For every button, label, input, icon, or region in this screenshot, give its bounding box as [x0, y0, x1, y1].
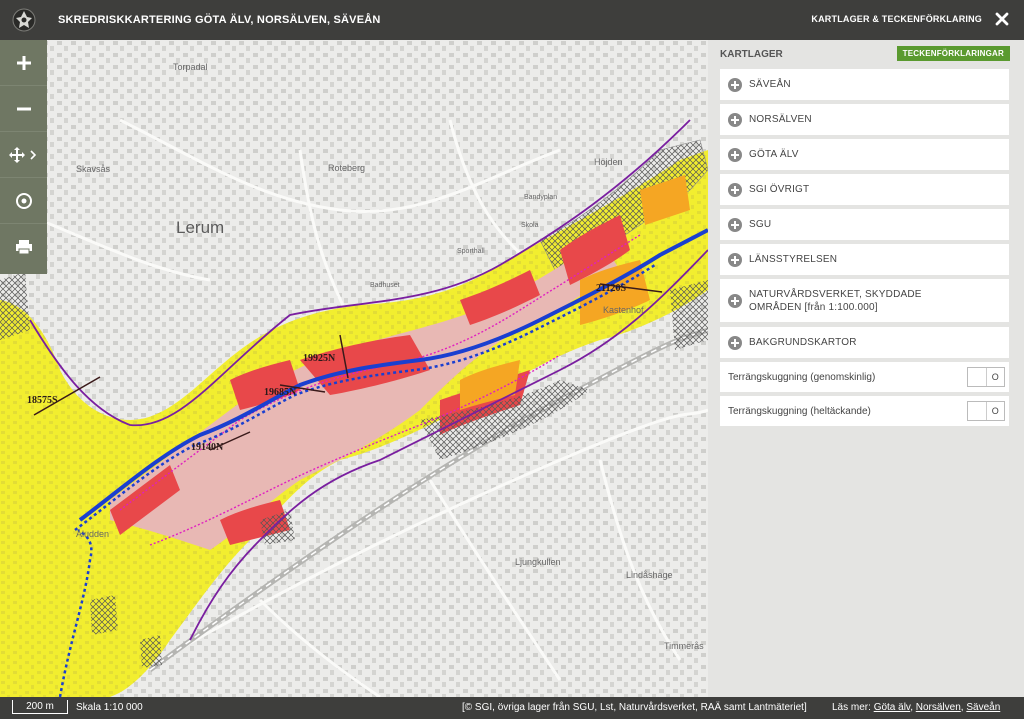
layer-label: SGI ÖVRIGT: [749, 184, 810, 195]
place-label: Badhuset: [370, 282, 400, 289]
target-icon: [15, 192, 32, 209]
layer-label: NORSÄLVEN: [749, 114, 812, 125]
agency-crest-icon[interactable]: [0, 0, 48, 40]
app-root: SKREDRISKKARTERING GÖTA ÄLV, NORSÄLVEN, …: [0, 0, 1024, 719]
place-label: Lerum: [176, 218, 225, 237]
hillshade-transparent-toggle[interactable]: O: [967, 367, 1005, 387]
scale-text: Skala 1:10 000: [76, 702, 143, 713]
place-label: Skavsås: [76, 164, 111, 174]
printer-icon: [15, 240, 32, 255]
attribution: [© SGI, övriga lager från SGU, Lst, Natu…: [462, 702, 807, 713]
header-bar: SKREDRISKKARTERING GÖTA ÄLV, NORSÄLVEN, …: [0, 0, 1024, 40]
plus-circle-icon: [728, 147, 742, 162]
layers-panel: KARTLAGER TECKENFÖRKLARINGAR SÄVEÅN NORS…: [708, 40, 1024, 697]
place-label: Lindåshage: [626, 570, 673, 580]
locate-button[interactable]: [0, 178, 47, 224]
section-label: 19140N: [191, 442, 224, 453]
layer-item-gota-alv[interactable]: GÖTA ÄLV: [720, 139, 1009, 170]
map-canvas[interactable]: Torpadal Skavsås Lerum Roteberg Höjden B…: [0, 40, 708, 697]
link-norsalven[interactable]: Norsälven: [916, 702, 961, 713]
toggle-label: Terrängskuggning (heltäckande): [728, 405, 871, 417]
place-label: Timmerås: [664, 641, 704, 651]
toggle-row-hillshade-opaque: Terrängskuggning (heltäckande) O: [720, 396, 1009, 426]
section-label: 21120S: [596, 283, 627, 294]
place-label: Bandyplan: [524, 194, 558, 201]
layer-label-line1: NATURVÅRDSVERKET, SKYDDADE: [749, 288, 922, 300]
layer-label: SGU: [749, 219, 772, 230]
layers-legend-toggle[interactable]: KARTLAGER & TECKENFÖRKLARING: [811, 14, 982, 24]
close-icon[interactable]: [994, 11, 1010, 27]
layer-label: SÄVEÅN: [749, 79, 791, 90]
layer-label-line2: OMRÅDEN [från 1:100.000]: [749, 301, 878, 313]
section-label: 18575S: [27, 395, 58, 406]
layer-item-saveaan[interactable]: SÄVEÅN: [720, 69, 1009, 100]
minus-icon: [16, 107, 31, 110]
hillshade-opaque-toggle[interactable]: O: [967, 401, 1005, 421]
toggle-label: Terrängskuggning (genomskinlig): [728, 371, 876, 383]
place-label: Ljungkullen: [515, 557, 561, 567]
section-label: 19685N: [264, 387, 297, 398]
layer-label: NATURVÅRDSVERKET, SKYDDADE OMRÅDEN [från…: [749, 288, 922, 314]
layer-item-sgu[interactable]: SGU: [720, 209, 1009, 240]
plus-circle-icon: [728, 182, 742, 197]
layer-item-lansstyrelsen[interactable]: LÄNSSTYRELSEN: [720, 244, 1009, 275]
place-label: Skola: [521, 222, 539, 229]
plus-circle-icon: [728, 252, 742, 267]
link-saveaan[interactable]: Säveån: [966, 702, 1000, 713]
zoom-out-button[interactable]: [0, 86, 47, 132]
zoom-in-button[interactable]: [0, 40, 47, 86]
plus-circle-icon: [728, 112, 742, 127]
toggle-state: O: [991, 372, 999, 382]
link-gota-alv[interactable]: Göta älv: [874, 702, 911, 713]
map-toolbar: [0, 40, 47, 274]
layer-item-naturvardsverket[interactable]: NATURVÅRDSVERKET, SKYDDADE OMRÅDEN [från…: [720, 279, 1009, 322]
layer-label: GÖTA ÄLV: [749, 149, 799, 160]
legend-button[interactable]: TECKENFÖRKLARINGAR: [896, 46, 1010, 61]
plus-circle-icon: [728, 335, 742, 350]
scale-bar: 200 m: [12, 700, 68, 714]
plus-icon: [16, 55, 31, 70]
place-label: Torpadal: [173, 62, 208, 72]
plus-circle-icon: [728, 293, 742, 308]
panel-heading: KARTLAGER: [720, 49, 783, 60]
footer-bar: 200 m Skala 1:10 000 [© SGI, övriga lage…: [0, 697, 1024, 719]
print-button[interactable]: [0, 224, 47, 270]
layer-label: LÄNSSTYRELSEN: [749, 254, 838, 265]
toggle-state: O: [991, 406, 999, 416]
read-more: Läs mer: Göta älv, Norsälven, Säveån: [832, 702, 1001, 713]
plus-circle-icon: [728, 77, 742, 92]
toggle-track: [968, 402, 987, 420]
app-title: SKREDRISKKARTERING GÖTA ÄLV, NORSÄLVEN, …: [58, 14, 381, 26]
section-label: 19925N: [303, 353, 336, 364]
place-label: Roteberg: [328, 163, 366, 173]
toggle-row-hillshade-transparent: Terrängskuggning (genomskinlig) O: [720, 362, 1009, 392]
place-label: Sporthall: [457, 248, 485, 255]
layer-item-bakgrundskartor[interactable]: BAKGRUNDSKARTOR: [720, 327, 1009, 358]
plus-circle-icon: [728, 217, 742, 232]
toggle-track: [968, 368, 987, 386]
layer-label: BAKGRUNDSKARTOR: [749, 337, 857, 348]
pan-button[interactable]: [0, 132, 47, 178]
read-more-label: Läs mer:: [832, 702, 871, 713]
place-label: Kastenhof: [603, 305, 644, 315]
move-arrows-icon: [8, 146, 36, 163]
place-label: Aludden: [76, 529, 110, 539]
place-label: Höjden: [594, 157, 623, 167]
layer-item-sgi-ovrigt[interactable]: SGI ÖVRIGT: [720, 174, 1009, 205]
layer-item-norsalven[interactable]: NORSÄLVEN: [720, 104, 1009, 135]
